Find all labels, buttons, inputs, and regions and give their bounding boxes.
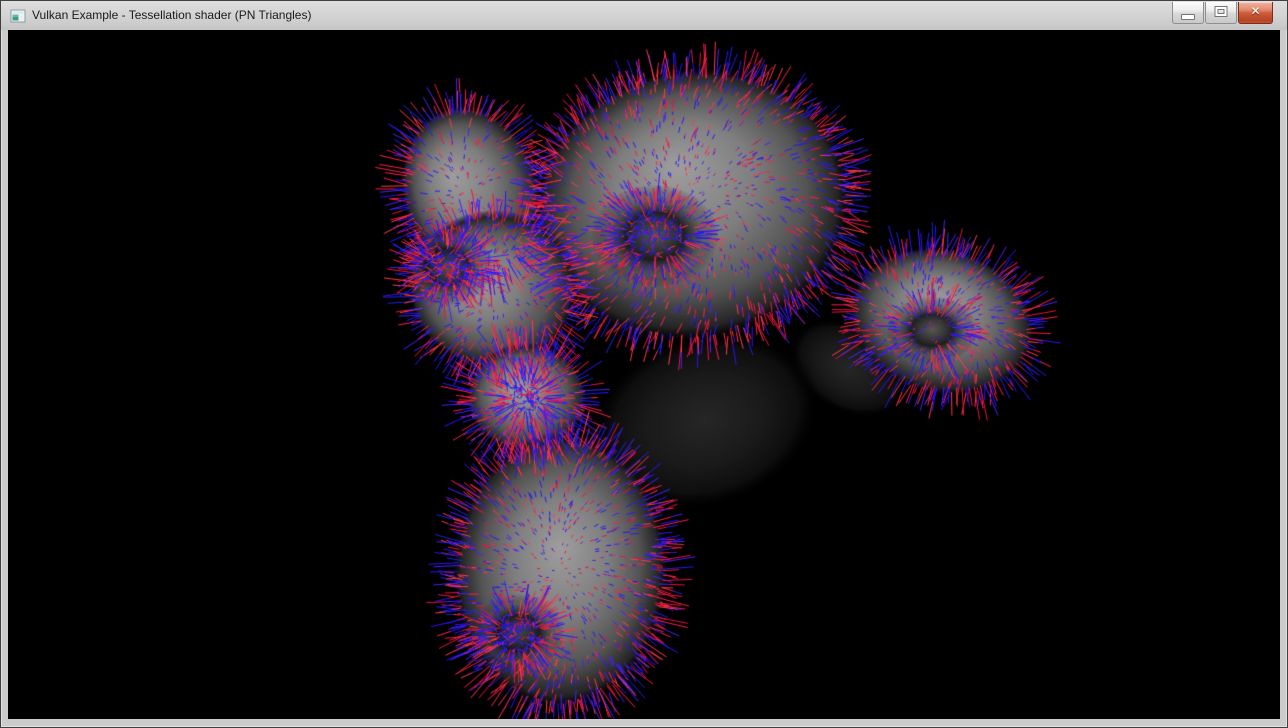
maximize-button[interactable]	[1205, 2, 1237, 24]
minimize-button[interactable]	[1172, 2, 1204, 24]
render-viewport[interactable]	[8, 30, 1280, 719]
app-window: Vulkan Example - Tessellation shader (PN…	[0, 0, 1288, 728]
render-client-area	[8, 30, 1280, 719]
minimize-icon	[1181, 14, 1195, 20]
close-button[interactable]: ✕	[1238, 2, 1273, 24]
close-icon: ✕	[1239, 4, 1272, 18]
maximize-icon	[1216, 7, 1227, 16]
titlebar[interactable]: Vulkan Example - Tessellation shader (PN…	[1, 1, 1287, 30]
window-controls: ✕	[1172, 2, 1273, 24]
window-title: Vulkan Example - Tessellation shader (PN…	[32, 1, 311, 30]
app-icon	[10, 8, 26, 24]
